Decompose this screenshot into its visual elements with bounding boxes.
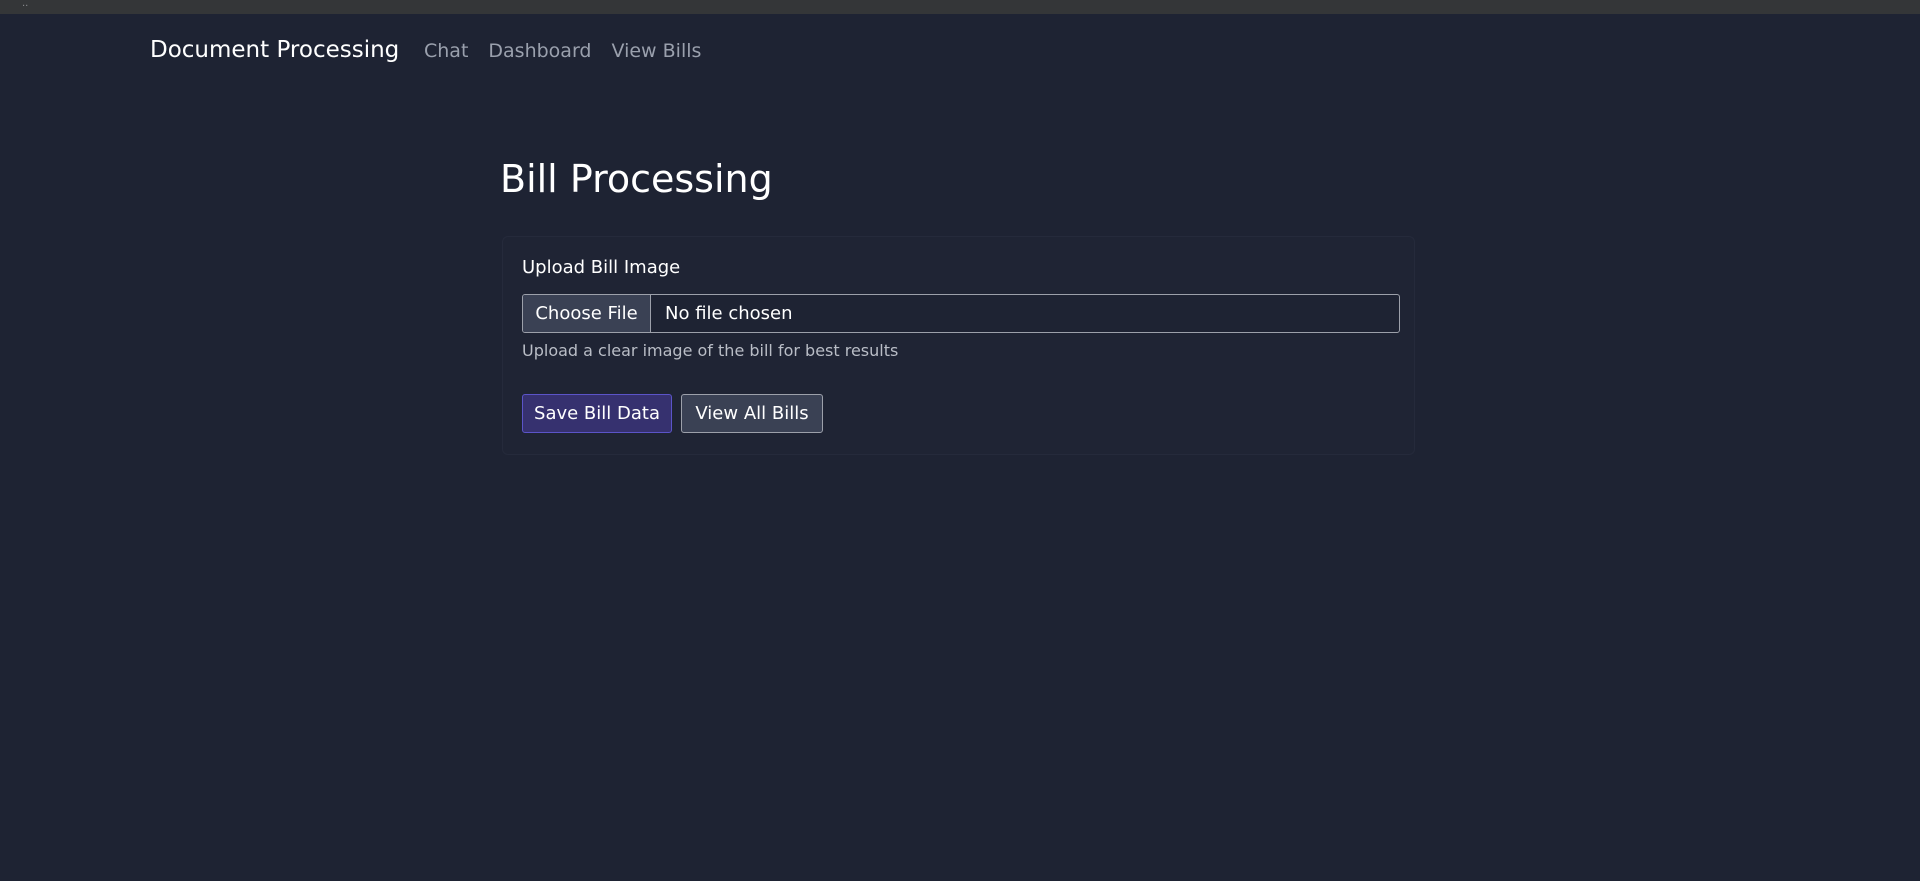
file-input[interactable]: Choose File No file chosen [522,294,1400,333]
browser-top-strip: ·· [0,0,1920,14]
upload-card: Upload Bill Image Choose File No file ch… [502,236,1415,455]
upload-help-text: Upload a clear image of the bill for bes… [522,341,899,360]
window-handle-icon: ·· [22,1,29,12]
nav-links: Chat Dashboard View Bills [424,38,701,64]
file-status-text: No file chosen [665,303,793,324]
nav-link-view-bills[interactable]: View Bills [612,38,702,64]
nav-link-chat[interactable]: Chat [424,38,468,64]
view-all-bills-button[interactable]: View All Bills [681,394,823,433]
save-bill-data-button[interactable]: Save Bill Data [522,394,672,433]
navbar: Document Processing Chat Dashboard View … [0,14,1920,86]
choose-file-button[interactable]: Choose File [523,295,651,332]
page-title: Bill Processing [500,157,773,201]
upload-label: Upload Bill Image [522,257,681,278]
brand-link[interactable]: Document Processing [150,35,399,65]
nav-link-dashboard[interactable]: Dashboard [488,38,591,64]
